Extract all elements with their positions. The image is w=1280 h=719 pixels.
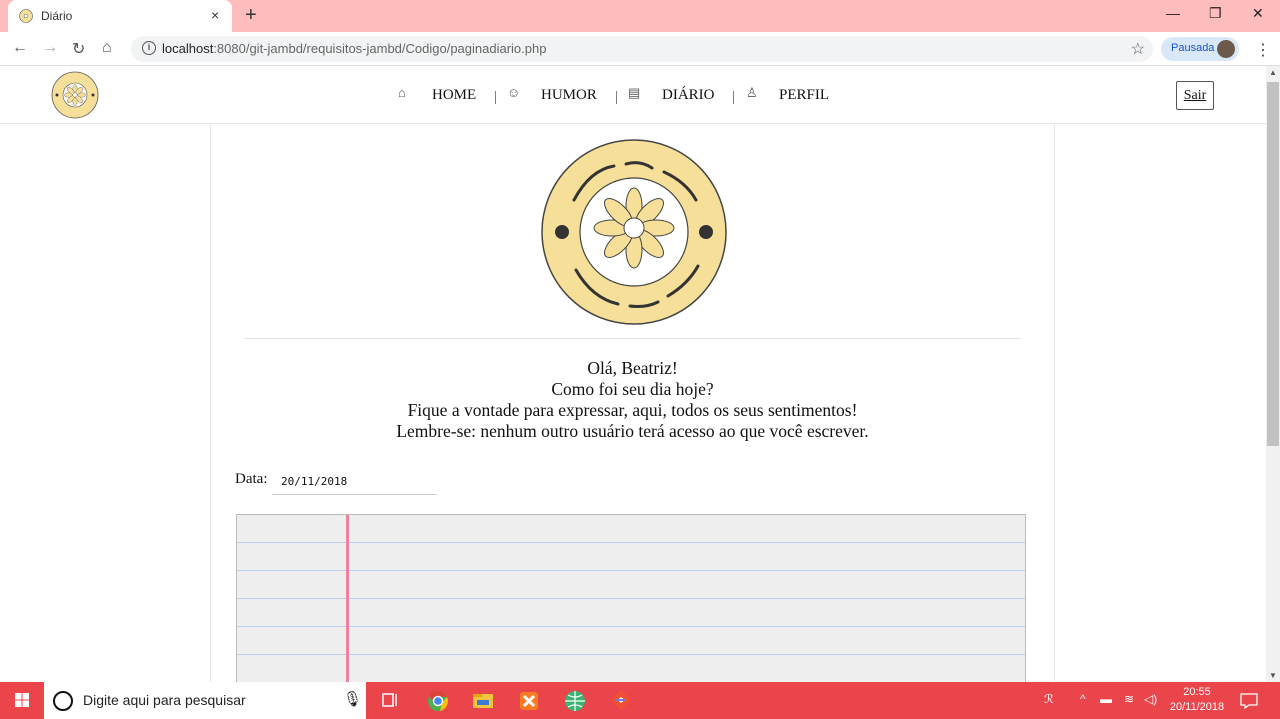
diary-container: Olá, Beatriz! Como foi seu dia hoje? Fiq… [210, 124, 1055, 682]
page-viewport: ⌂ HOME | ☺ HUMOR | ▤ DIÁRIO | ♙ PERFIL S… [0, 66, 1266, 682]
taskbar-clock[interactable]: 20:55 20/11/2018 [1166, 685, 1228, 715]
task-view-icon[interactable] [375, 687, 405, 714]
home-icon: ⌂ [398, 85, 406, 100]
humor-icon: ☺ [507, 85, 521, 100]
notification-center-icon[interactable] [1236, 687, 1262, 714]
menu-item-perfil[interactable]: PERFIL [779, 87, 829, 104]
battery-icon[interactable]: ▬ [1100, 692, 1112, 706]
date-field[interactable] [272, 468, 437, 495]
xampp-icon[interactable] [514, 687, 544, 714]
scrollbar-thumb[interactable] [1267, 82, 1279, 446]
menu-item-home[interactable]: HOME [432, 87, 476, 104]
greeting-line: Lembre-se: nenhum outro usuário terá ace… [396, 421, 869, 441]
file-explorer-icon[interactable] [468, 687, 498, 714]
browser-menu-icon[interactable]: ⋮ [1255, 40, 1271, 60]
taskbar: Digite aqui para pesquisar 🎙 ℛ ^ ▬ ≋ ◁) … [0, 682, 1280, 719]
scroll-down-icon[interactable]: ▼ [1269, 671, 1277, 680]
cortana-icon [53, 691, 73, 711]
tab-title: Diário [41, 9, 73, 23]
diary-icon: ▤ [628, 85, 641, 100]
restore-button[interactable]: ❐ [1209, 5, 1222, 22]
page-scrollbar[interactable]: ▲ ▼ [1266, 66, 1280, 682]
logout-button[interactable]: Sair [1176, 81, 1214, 110]
tray-expand-icon[interactable]: ^ [1080, 692, 1086, 706]
microphone-icon[interactable]: 🎙 [343, 690, 362, 708]
chrome-icon[interactable] [423, 687, 453, 714]
greeting-line: Como foi seu dia hoje? [551, 379, 714, 399]
menu-separator: | [732, 89, 736, 105]
profile-label: Pausada [1171, 42, 1215, 54]
menu-separator: | [494, 89, 498, 105]
menu-item-diario[interactable]: DIÁRIO [662, 87, 715, 104]
browser-tab[interactable]: Diário × [8, 0, 232, 32]
greeting-line: Fique a vontade para expressar, aqui, to… [407, 400, 858, 420]
site-info-icon[interactable]: i [142, 41, 156, 55]
address-bar[interactable]: i localhost:8080/git-jambd/requisitos-ja… [131, 36, 1153, 62]
tab-close-icon[interactable]: × [211, 7, 219, 23]
home-browser-icon[interactable]: ⌂ [102, 39, 112, 57]
windows-start-icon[interactable] [0, 682, 44, 719]
window-close-button[interactable]: ✕ [1252, 5, 1264, 22]
forward-arrow-icon[interactable]: → [42, 39, 58, 57]
site-logo[interactable] [51, 71, 99, 119]
paper-margin-line [346, 515, 349, 682]
git-icon[interactable] [606, 687, 636, 714]
greeting-text: Olá, Beatriz! Como foi seu dia hoje? Fiq… [211, 358, 1054, 442]
menu-item-humor[interactable]: HUMOR [541, 87, 597, 104]
scroll-up-icon[interactable]: ▲ [1269, 68, 1277, 77]
menu-separator: | [615, 89, 619, 105]
app-globe-icon[interactable] [560, 687, 590, 714]
site-favicon-icon [19, 9, 33, 23]
greeting-line: Olá, Beatriz! [587, 358, 678, 378]
site-navbar: ⌂ HOME | ☺ HUMOR | ▤ DIÁRIO | ♙ PERFIL S… [0, 66, 1266, 124]
people-icon[interactable]: ℛ [1044, 692, 1054, 706]
minimize-button[interactable]: — [1166, 5, 1180, 21]
bookmark-star-icon[interactable]: ☆ [1131, 39, 1145, 59]
all-for-one-logo [541, 139, 727, 325]
url-text[interactable]: localhost:8080/git-jambd/requisitos-jamb… [162, 41, 546, 56]
browser-tab-strip: Diário × + — ❐ ✕ [0, 0, 1280, 32]
divider [244, 338, 1021, 339]
wifi-icon[interactable]: ≋ [1124, 692, 1134, 706]
profile-icon: ♙ [746, 85, 758, 100]
avatar [1217, 40, 1235, 58]
taskbar-search[interactable]: Digite aqui para pesquisar 🎙 [44, 682, 366, 719]
date-label: Data: [235, 471, 268, 487]
diary-textarea[interactable] [236, 514, 1026, 682]
clock-time: 20:55 [1183, 686, 1211, 698]
browser-toolbar: ← → ↻ ⌂ i localhost:8080/git-jambd/requi… [0, 32, 1280, 66]
clock-date: 20/11/2018 [1169, 701, 1225, 713]
reload-icon[interactable]: ↻ [72, 39, 85, 59]
back-arrow-icon[interactable]: ← [12, 39, 28, 57]
profile-button[interactable]: Pausada [1161, 37, 1239, 61]
new-tab-button[interactable]: + [245, 4, 257, 27]
volume-icon[interactable]: ◁) [1144, 692, 1157, 706]
search-placeholder: Digite aqui para pesquisar [83, 692, 246, 708]
